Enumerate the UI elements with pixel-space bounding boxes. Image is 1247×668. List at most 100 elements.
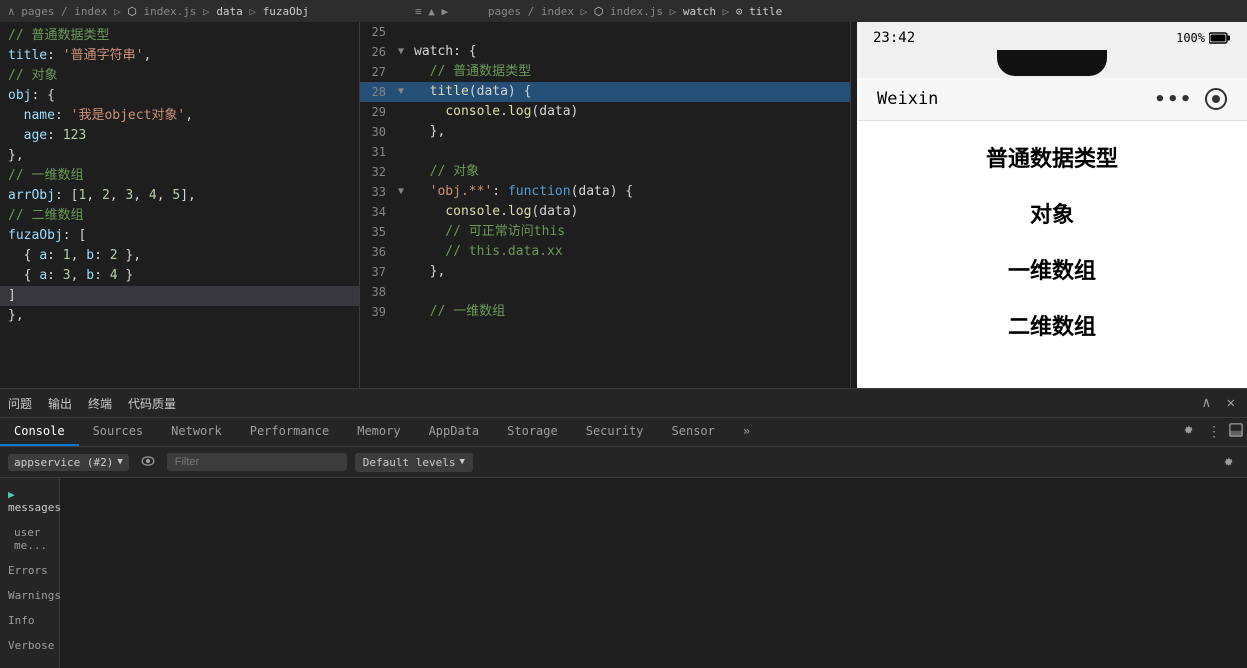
code-line: obj: {	[0, 86, 359, 106]
line-content: // 对象	[414, 162, 846, 182]
tab-security[interactable]: Security	[572, 418, 658, 446]
code-line: // 对象	[0, 66, 359, 86]
line-number: 34	[360, 202, 398, 222]
code-text: // 普通数据类型	[8, 26, 109, 46]
code-text: ,	[86, 186, 102, 206]
resize-handle[interactable]	[851, 22, 857, 388]
line-number: 26	[360, 42, 398, 62]
sidebar-label: user me...	[14, 526, 47, 552]
sidebar-item-user-messages[interactable]: user me...	[0, 520, 59, 558]
sidebar-label: Verbose	[8, 639, 54, 652]
code-line: // 普通数据类型	[0, 26, 359, 46]
filter-input[interactable]	[167, 453, 347, 471]
phone-section-一维数组: 一维数组	[1008, 253, 1096, 285]
line-content: watch: {	[414, 42, 846, 62]
code-text: 4	[110, 266, 118, 286]
sidebar-expand-icon: ▶	[8, 488, 15, 501]
context-selector[interactable]: appservice (#2) ▼	[8, 454, 129, 471]
code-text: '我是object对象'	[71, 106, 186, 126]
expand-arrow-icon: ▼	[398, 42, 414, 62]
battery-percent: 100%	[1176, 31, 1205, 45]
code-text	[8, 106, 24, 126]
console-settings-icon[interactable]	[1217, 451, 1239, 473]
line-content: // 可正常访问this	[414, 222, 846, 242]
code-text: 4	[149, 186, 157, 206]
devtools-header-left: 问题 输出 终端 代码质量	[8, 395, 176, 412]
code-line: { a: 1, b: 2 },	[0, 246, 359, 266]
tab-sources[interactable]: Sources	[79, 418, 158, 446]
sidebar-label: Errors	[8, 564, 48, 577]
line-number: 33	[360, 182, 398, 202]
line-content: },	[414, 122, 846, 142]
devtools-header-item-输出[interactable]: 输出	[48, 395, 72, 412]
expand-arrow-icon: ▼	[398, 182, 414, 202]
left-code-content: // 普通数据类型 title: '普通字符串', // 对象 obj: { n…	[0, 22, 359, 388]
tab-performance[interactable]: Performance	[236, 418, 343, 446]
devtools-close-icon[interactable]: ✕	[1223, 393, 1239, 413]
sidebar-label: messages	[8, 501, 61, 514]
code-line: { a: 3, b: 4 }	[0, 266, 359, 286]
code-text: {	[8, 266, 39, 286]
code-text: a	[39, 266, 47, 286]
code-text: age	[24, 126, 47, 146]
phone-panel: 23:42 100% Weixin •••	[857, 22, 1247, 388]
code-text: 5	[172, 186, 180, 206]
default-levels-dropdown[interactable]: Default levels ▼	[355, 453, 473, 472]
line-number: 39	[360, 302, 398, 322]
devtools-panel: 问题 输出 终端 代码质量 ∧ ✕ Console Sources Networ…	[0, 388, 1247, 668]
line-content: // 普通数据类型	[414, 62, 846, 82]
sidebar-item-errors[interactable]: Errors	[0, 558, 59, 583]
line-content: title(data) {	[414, 82, 846, 102]
tab-more[interactable]: »	[729, 418, 764, 446]
code-text: ,	[71, 266, 87, 286]
console-body: ▶ messages user me... Errors Warnings In…	[0, 478, 1247, 668]
devtools-gear-icon[interactable]	[1173, 419, 1203, 445]
eye-icon[interactable]	[137, 452, 159, 472]
devtools-more-icon[interactable]: ⋮	[1203, 422, 1225, 442]
sidebar-label: Warnings	[8, 589, 61, 602]
tab-appdata[interactable]: AppData	[415, 418, 494, 446]
left-code-panel: // 普通数据类型 title: '普通字符串', // 对象 obj: { n…	[0, 22, 360, 388]
devtools-header-item-代码质量[interactable]: 代码质量	[128, 395, 176, 412]
code-text: :	[47, 266, 63, 286]
devtools-header-item-问题[interactable]: 问题	[8, 395, 32, 412]
editor-line-highlighted: 28 ▼ title(data) {	[360, 82, 850, 102]
devtools-dock-icon[interactable]	[1225, 421, 1247, 443]
phone-dots-icon: •••	[1154, 89, 1193, 110]
code-line: // 一维数组	[0, 166, 359, 186]
code-line: fuzaObj: [	[0, 226, 359, 246]
phone-nav-title: Weixin	[877, 89, 938, 109]
phone-notch	[997, 50, 1107, 76]
code-text: ,	[110, 186, 126, 206]
sidebar-label: Info	[8, 614, 35, 627]
sidebar-item-warnings[interactable]: Warnings	[0, 583, 59, 608]
editor-line: 34 console.log(data)	[360, 202, 850, 222]
devtools-chevron-up-icon[interactable]: ∧	[1198, 393, 1214, 413]
sidebar-item-messages[interactable]: ▶ messages	[0, 482, 59, 520]
code-text	[8, 126, 24, 146]
line-content: console.log(data)	[414, 102, 846, 122]
code-text: a	[39, 246, 47, 266]
code-text: },	[8, 306, 24, 326]
editor-content: 25 26 ▼ watch: { 27 // 普通数据类型 28 ▼ title…	[360, 22, 850, 388]
line-content: },	[414, 262, 846, 282]
sidebar-item-verbose[interactable]: Verbose	[0, 633, 59, 658]
tab-network[interactable]: Network	[157, 418, 236, 446]
code-text: :	[47, 46, 63, 66]
code-text: :	[94, 246, 110, 266]
breadcrumb-left: ∧ pages / index ▷ ⬡ index.js ▷ data ▷ fu…	[8, 5, 782, 18]
tab-storage[interactable]: Storage	[493, 418, 572, 446]
devtools-header-item-终端[interactable]: 终端	[88, 395, 112, 412]
line-content: console.log(data)	[414, 202, 846, 222]
phone-section-对象: 对象	[1030, 197, 1074, 229]
tab-memory[interactable]: Memory	[343, 418, 414, 446]
code-text: obj	[8, 86, 31, 106]
tab-sensor[interactable]: Sensor	[658, 418, 729, 446]
tab-console[interactable]: Console	[0, 418, 79, 446]
line-content: 'obj.**': function(data) {	[414, 182, 846, 202]
code-text: arrObj	[8, 186, 55, 206]
sidebar-item-info[interactable]: Info	[0, 608, 59, 633]
editor-line: 32 // 对象	[360, 162, 850, 182]
code-line: arrObj: [1, 2, 3, 4, 5],	[0, 186, 359, 206]
code-text: title	[8, 46, 47, 66]
